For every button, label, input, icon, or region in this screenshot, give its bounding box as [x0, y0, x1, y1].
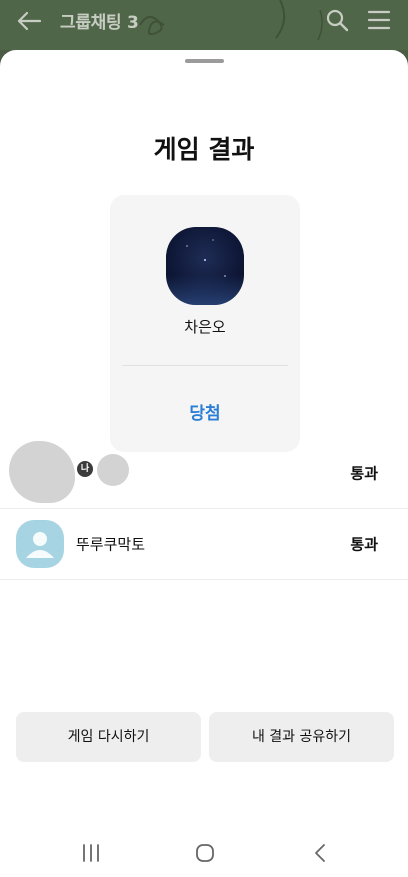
share-result-button[interactable]: 내 결과 공유하기 [209, 712, 394, 762]
sheet-title: 게임 결과 [153, 135, 255, 164]
participant-status: 통과 [350, 464, 378, 483]
winner-avatar [166, 227, 244, 305]
app-bar: 그룹채팅 3 [0, 0, 408, 50]
menu-icon[interactable] [367, 9, 391, 31]
me-badge: 나 [77, 461, 93, 477]
avatar-star [186, 245, 188, 247]
participant-row[interactable]: 뚜루쿠막토 통과 [0, 508, 408, 580]
default-profile-avatar [16, 520, 64, 568]
chat-room-title: 그룹채팅 3 [60, 13, 139, 33]
search-icon[interactable] [325, 8, 349, 32]
replay-game-button[interactable]: 게임 다시하기 [16, 712, 201, 762]
home-icon[interactable] [193, 842, 217, 864]
winner-result-label: 당첨 [189, 404, 221, 424]
person-icon [26, 532, 54, 558]
avatar-star [204, 259, 206, 261]
participant-row[interactable]: 나 통과 [0, 437, 408, 509]
blurred-avatar [9, 441, 75, 503]
sheet-drag-handle[interactable] [185, 59, 224, 63]
screen: 그룹채팅 3 게임 결과 차은오 당첨 나 통과 뚜루쿠막토 통과 게임 다시하… [0, 0, 408, 877]
winner-card: 차은오 당첨 [110, 195, 300, 452]
avatar-star [212, 239, 214, 241]
recents-icon[interactable] [79, 842, 103, 864]
arrow-left-icon[interactable] [16, 11, 42, 31]
participant-name: 뚜루쿠막토 [76, 535, 146, 554]
card-divider [122, 365, 288, 366]
winner-name: 차은오 [184, 318, 226, 336]
back-chevron-icon[interactable] [309, 842, 333, 864]
blurred-name [97, 454, 129, 486]
avatar-star [224, 275, 226, 277]
participant-status: 통과 [350, 535, 378, 554]
avatar-glow [166, 275, 244, 305]
system-navigation-bar [0, 828, 408, 877]
